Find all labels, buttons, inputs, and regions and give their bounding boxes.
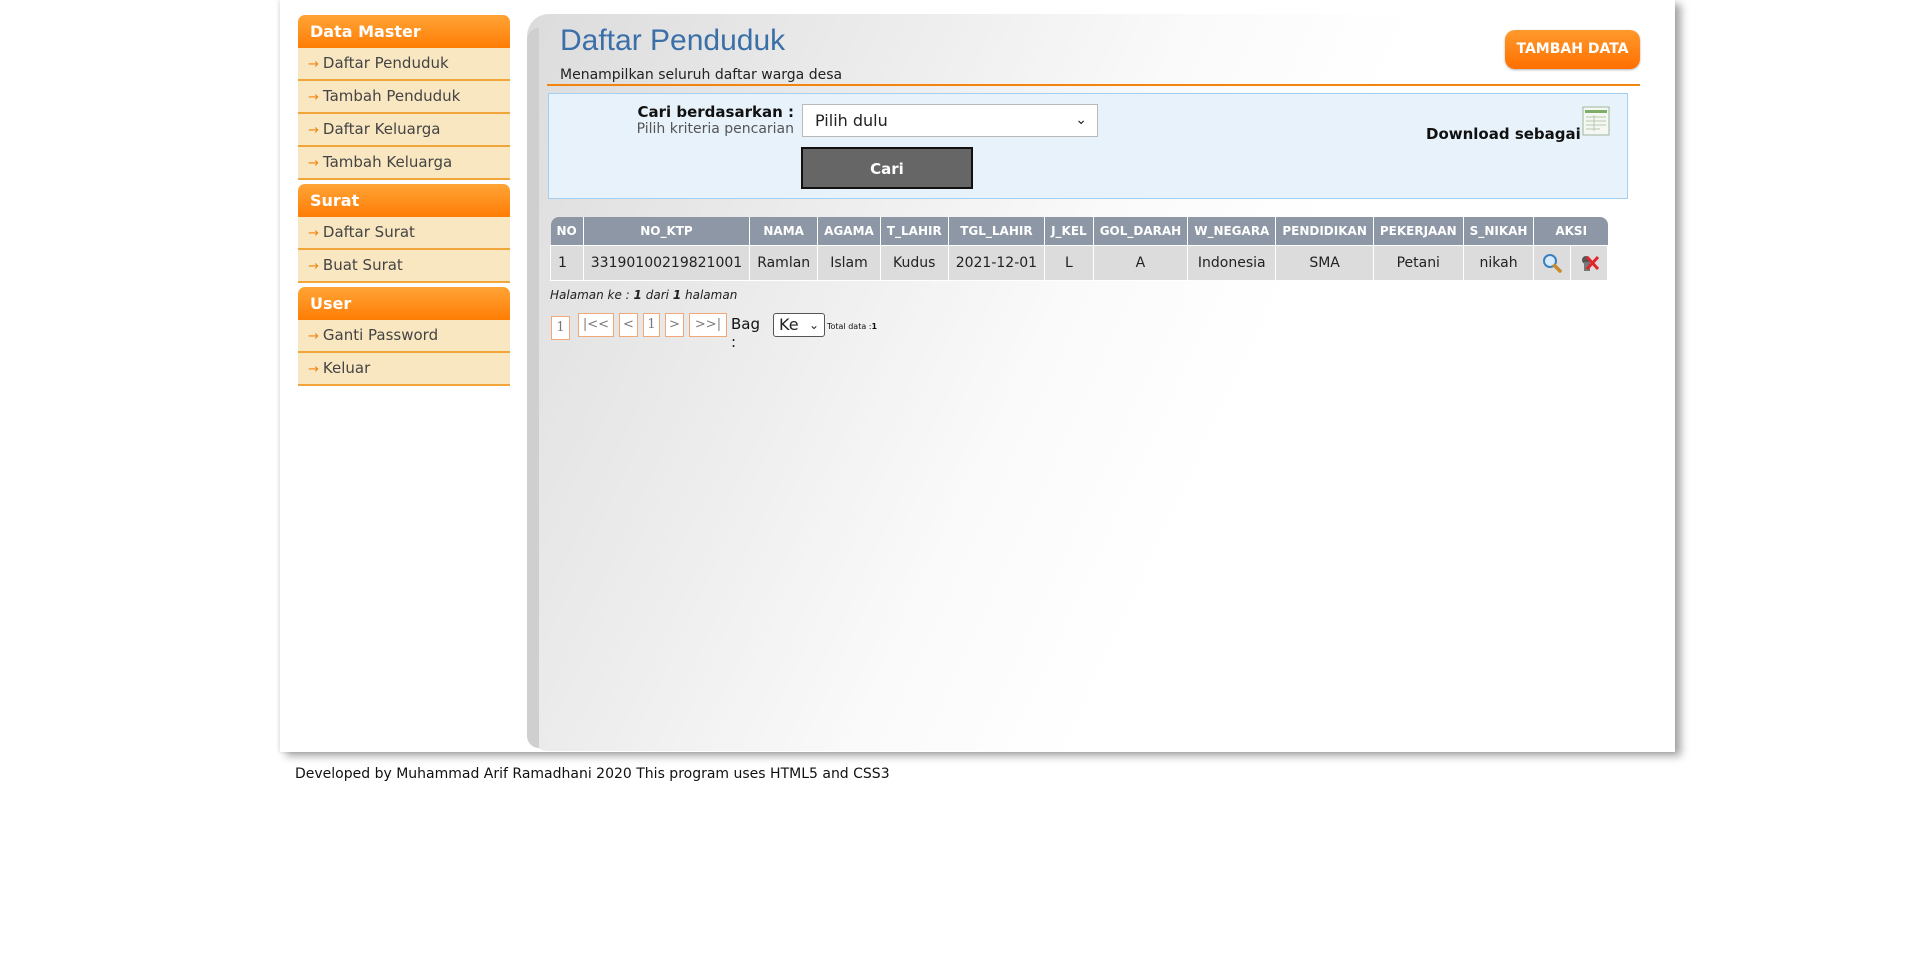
table-cell: Kudus <box>879 245 949 281</box>
table-cell: Petani <box>1372 245 1464 281</box>
sidebar-item-tambah-keluarga[interactable]: → Tambah Keluarga <box>298 147 510 180</box>
sidebar-item-label: Tambah Keluarga <box>322 153 453 171</box>
search-hint: Pilih kriteria pencarian <box>636 121 794 137</box>
sidebar-item-label: Daftar Penduduk <box>322 54 449 72</box>
chevron-down-icon: ⌄ <box>808 318 819 332</box>
column-header: S_NIKAH <box>1463 217 1535 246</box>
table-cell: Indonesia <box>1187 245 1277 281</box>
search-criteria-select[interactable]: Pilih dulu ⌄ <box>802 104 1098 137</box>
sidebar-item-label: Daftar Surat <box>322 223 415 241</box>
download-label: Download sebagai <box>1426 125 1581 143</box>
arrow-right-icon: → <box>308 156 319 171</box>
sidebar-item-keluar[interactable]: → Keluar <box>298 353 510 386</box>
arrow-right-icon: → <box>308 57 319 72</box>
last-page-button[interactable]: >>| <box>689 313 727 337</box>
column-header: GOL_DARAH <box>1093 217 1189 246</box>
column-header: AKSI <box>1533 217 1608 246</box>
total-data-label: Total data : <box>827 322 872 331</box>
arrow-right-icon: → <box>308 329 319 344</box>
sidebar-item-label: Ganti Password <box>322 326 439 344</box>
page-info-prefix: Halaman ke : <box>550 288 630 302</box>
bag-select-value: Ke <box>779 315 799 334</box>
sidebar-heading: User <box>298 287 510 320</box>
bag-select[interactable]: Ke ⌄ <box>773 313 825 337</box>
chevron-down-icon: ⌄ <box>1075 112 1087 128</box>
table-cell: A <box>1092 245 1189 281</box>
sidebar-item-label: Keluar <box>322 359 371 377</box>
search-button[interactable]: Cari <box>801 147 973 189</box>
page-info-mid: dari <box>645 288 669 302</box>
column-header: NO_KTP <box>583 217 751 246</box>
page-info-suffix: halaman <box>685 288 738 302</box>
sidebar-item-label: Buat Surat <box>322 256 403 274</box>
column-header: AGAMA <box>817 217 881 246</box>
column-header: PEKERJAAN <box>1373 217 1464 246</box>
bag-label: Bag : <box>731 315 761 351</box>
table-cell: L <box>1044 245 1094 281</box>
table-cell: SMA <box>1275 245 1374 281</box>
page-info-current: 1 <box>633 288 642 302</box>
population-table: NO NO_KTP NAMA AGAMA T_LAHIR TGL_LAHIR J… <box>550 217 1609 281</box>
delete-icon[interactable] <box>1578 252 1600 274</box>
table-row: 1 33190100219821001 Ramlan Islam Kudus 2… <box>550 245 1609 281</box>
table-header-row: NO NO_KTP NAMA AGAMA T_LAHIR TGL_LAHIR J… <box>550 217 1608 246</box>
delete-action-cell <box>1570 245 1609 281</box>
total-data-value: 1 <box>871 322 878 331</box>
first-page-button[interactable]: |<< <box>578 313 614 337</box>
table-cell: 2021-12-01 <box>947 245 1046 281</box>
magnifier-icon[interactable] <box>1541 252 1563 274</box>
column-header: NAMA <box>749 217 819 246</box>
sidebar-item-daftar-penduduk[interactable]: → Daftar Penduduk <box>298 48 510 81</box>
column-header: PENDIDIKAN <box>1275 217 1374 246</box>
current-page-indicator: 1 <box>551 316 570 340</box>
page-title: Daftar Penduduk <box>560 24 786 57</box>
table-cell: nikah <box>1462 245 1535 281</box>
footer-text: Developed by Muhammad Arif Ramadhani 202… <box>295 766 890 782</box>
sidebar-group-data-master: Data Master → Daftar Penduduk → Tambah Pen… <box>298 15 510 180</box>
page-subtitle: Menampilkan seluruh daftar warga desa <box>560 67 843 83</box>
page-info: Halaman ke : 1 dari 1 halaman <box>550 288 737 302</box>
sidebar-item-daftar-keluarga[interactable]: → Daftar Keluarga <box>298 114 510 147</box>
page-info-total: 1 <box>672 288 682 302</box>
arrow-right-icon: → <box>308 362 319 377</box>
page-number-button[interactable]: 1 <box>643 313 660 337</box>
add-data-button[interactable]: TAMBAH DATA <box>1505 30 1640 69</box>
total-data: Total data :1 <box>827 322 877 331</box>
search-label: Cari berdasarkan : <box>637 103 794 121</box>
sidebar-item-label: Daftar Keluarga <box>322 120 441 138</box>
sidebar-item-tambah-penduduk[interactable]: → Tambah Penduduk <box>298 81 510 114</box>
arrow-right-icon: → <box>308 226 319 241</box>
column-header: TGL_LAHIR <box>948 217 1046 246</box>
table-cell: Islam <box>817 245 881 281</box>
sidebar-item-daftar-surat[interactable]: → Daftar Surat <box>298 217 510 250</box>
column-header: W_NEGARA <box>1187 217 1277 246</box>
sidebar-item-buat-surat[interactable]: → Buat Surat <box>298 250 510 283</box>
sidebar-item-label: Tambah Penduduk <box>322 87 461 105</box>
search-criteria-value: Pilih dulu <box>815 111 888 130</box>
table-cell: 33190100219821001 <box>582 245 751 281</box>
column-header: T_LAHIR <box>880 217 949 246</box>
arrow-right-icon: → <box>308 123 319 138</box>
arrow-right-icon: → <box>308 259 319 274</box>
next-page-button[interactable]: > <box>665 313 684 337</box>
sidebar-group-surat: Surat → Daftar Surat → Buat Surat <box>298 184 510 283</box>
sidebar-item-ganti-password[interactable]: → Ganti Password <box>298 320 510 353</box>
column-header: NO <box>550 217 584 246</box>
sidebar-group-user: User → Ganti Password → Keluar <box>298 287 510 386</box>
arrow-right-icon: → <box>308 90 319 105</box>
sidebar-heading: Data Master <box>298 15 510 48</box>
column-header: J_KEL <box>1044 217 1094 246</box>
spreadsheet-icon[interactable] <box>1582 106 1610 136</box>
title-divider <box>547 84 1640 86</box>
sidebar-heading: Surat <box>298 184 510 217</box>
table-cell: Ramlan <box>749 245 819 281</box>
prev-page-button[interactable]: < <box>619 313 638 337</box>
table-cell: 1 <box>550 245 584 281</box>
sidebar: Data Master → Daftar Penduduk → Tambah Pen… <box>298 15 510 390</box>
view-action-cell <box>1533 245 1572 281</box>
